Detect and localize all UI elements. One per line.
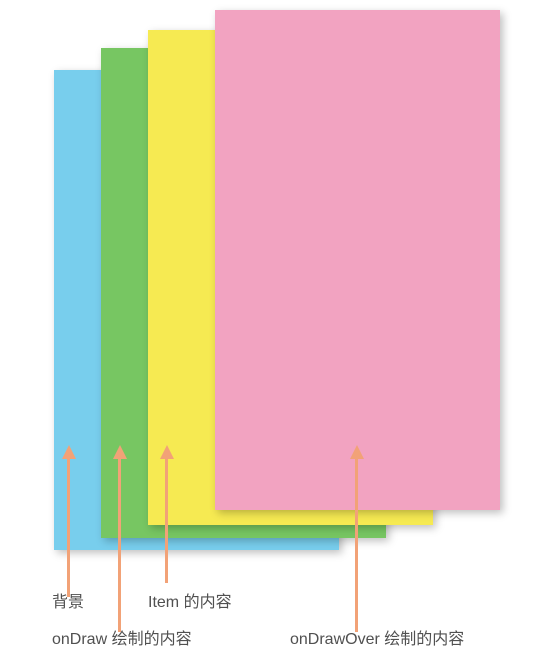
layer-ondrawover — [215, 10, 500, 510]
label-item: Item 的内容 — [148, 588, 232, 612]
label-ondraw: onDraw 绘制的内容 — [52, 625, 192, 649]
label-ondrawover: onDrawOver 绘制的内容 — [290, 625, 464, 649]
